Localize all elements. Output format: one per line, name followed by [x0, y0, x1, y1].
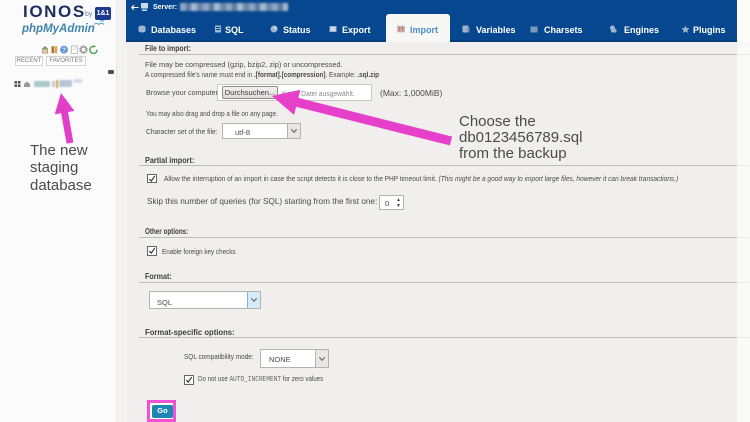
svg-text:?: ? — [62, 48, 66, 54]
